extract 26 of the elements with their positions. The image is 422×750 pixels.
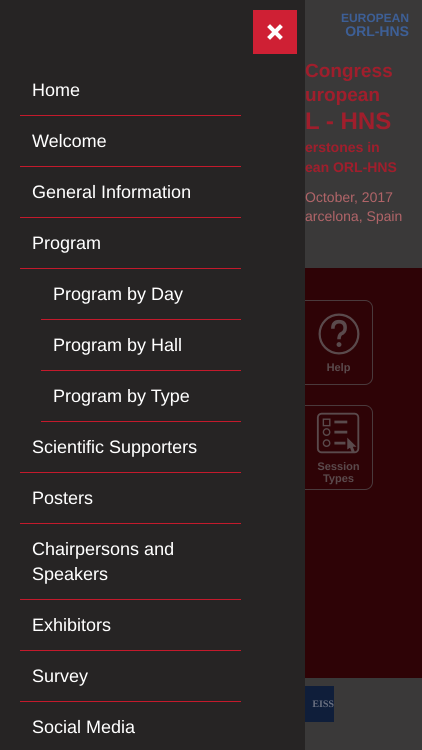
submenu-item[interactable]: Program by Type xyxy=(41,371,241,422)
menu-item[interactable]: Scientific Supporters xyxy=(20,422,241,473)
menu-item[interactable]: Home xyxy=(20,65,241,116)
subtitle-text: ean ORL-HNS xyxy=(305,158,398,176)
date-text: October, 2017 xyxy=(305,188,394,207)
logo-text: ORL-HNS xyxy=(345,24,409,38)
title-text: uropean xyxy=(305,84,381,108)
title-text: L - HNS xyxy=(305,108,392,136)
menu-item[interactable]: Program xyxy=(20,218,241,269)
date-text: arcelona, Spain xyxy=(305,207,404,226)
checklist-icon xyxy=(316,410,362,454)
subtitle-text: erstones in xyxy=(305,138,381,156)
close-button[interactable] xyxy=(253,10,297,54)
logo-text: EUROPEAN xyxy=(340,12,409,24)
menu-item[interactable]: Survey xyxy=(20,651,241,702)
menu-item[interactable]: Welcome xyxy=(20,116,241,167)
submenu-item[interactable]: Program by Day xyxy=(41,269,241,320)
sponsor-logo: EISS xyxy=(305,686,334,722)
question-icon xyxy=(316,312,362,356)
title-text: Congress xyxy=(305,60,394,84)
menu-item[interactable]: Chairpersons and Speakers xyxy=(20,524,241,600)
menu-item[interactable]: Exhibitors xyxy=(20,600,241,651)
menu-item[interactable]: Social Media xyxy=(20,702,241,750)
menu-item[interactable]: Posters xyxy=(20,473,241,524)
menu-item[interactable]: General Information xyxy=(20,167,241,218)
submenu-item[interactable]: Program by Hall xyxy=(41,320,241,371)
